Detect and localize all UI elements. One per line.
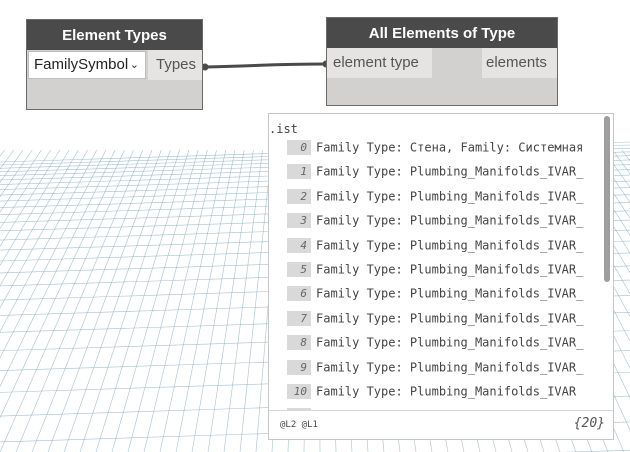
list-item: 9 Family Type: Plumbing_Manifolds_IVAR_ [287,359,584,380]
family-type-dropdown[interactable]: FamilySymbol ⌄ [28,51,146,79]
list-item: 2 Family Type: Plumbing_Manifolds_IVAR_ [287,188,584,209]
list-item-value: Family Type: Plumbing_Manifolds_IVAR_ [316,238,584,253]
node-port-row: element type elements [327,48,557,78]
list-item-value: Family Type: Plumbing_Manifolds_IVAR_ [316,311,584,326]
node-element-types[interactable]: Element Types FamilySymbol ⌄ Types [26,19,203,110]
preview-scrollbar[interactable] [604,116,610,282]
input-port-element-type[interactable]: element type [327,48,432,78]
output-port-elements[interactable]: elements [482,48,557,78]
node-all-elements-of-type[interactable]: All Elements of Type element type elemen… [326,17,558,106]
chevron-down-icon: ⌄ [129,59,139,71]
list-item-index: 8 [287,335,311,351]
list-item-index: 2 [287,188,311,204]
watch-preview-panel[interactable]: .ist 0 Family Type: Стена, Family: Систем… [268,113,614,440]
list-item-value: Family Type: Plumbing_Manifolds_IVAR_ [316,164,584,179]
output-port-label: elements [486,54,547,71]
list-item-value: Family Type: Plumbing_Manifolds_IVAR_ [316,213,584,228]
list-item-index: 1 [287,164,311,180]
list-item: 7 Family Type: Plumbing_Manifolds_IVAR_ [287,310,584,331]
list-item: 3 Family Type: Plumbing_Manifolds_IVAR_ [287,213,583,233]
list-item-value: Family Type: Plumbing_Manifolds_IVAR_ [316,286,584,301]
item-count-label: {20} [573,416,605,431]
list-item-value: Family Type: Стена, Family: Системная [316,140,584,155]
list-item-value: Family Type: Plumbing_Manifolds_IVAR_ [316,335,584,350]
list-item-index: 0 [287,140,311,155]
list-item: 1 Family Type: Plumbing_Manifolds_IVAR_ [287,164,583,184]
connector-wire[interactable] [204,62,327,69]
list-item-index: 3 [287,213,311,229]
preview-list-viewport[interactable]: .ist 0 Family Type: Стена, Family: Систем… [269,114,596,412]
output-port-types[interactable]: Types [148,50,202,80]
list-item-index: 4 [287,237,311,253]
list-item: 8 Family Type: Plumbing_Manifolds_IVAR_ [287,335,583,355]
preview-footer: @L2 @L1 {20} [269,410,613,439]
list-item: 0 Family Type: Стена, Family: Системная [287,140,583,160]
list-item-value: Family Type: Plumbing_Manifolds_IVAR_ [316,360,584,375]
list-item: 10 Family Type: Plumbing_Manifolds_IVAR [287,384,576,404]
list-item: 6 Family Type: Plumbing_Manifolds_IVAR_ [287,286,583,306]
list-item-index: 5 [287,262,311,277]
list-header: .ist [269,122,298,136]
list-item-value: Family Type: Plumbing_Manifolds_IVAR_ [316,189,584,204]
list-item-index: 9 [287,359,311,375]
list-levels-label: @L2 @L1 [280,420,318,430]
list-item-index: 6 [287,286,311,302]
output-port-label: Types [156,56,197,73]
list-item-value: Family Type: Plumbing_Manifolds_IVAR [316,384,577,399]
list-item-value: Family Type: Plumbing_Manifolds_IVAR_ [316,262,584,277]
list-item-index: 7 [287,310,311,326]
node-port-row: FamilySymbol ⌄ Types [27,50,202,80]
node-title[interactable]: All Elements of Type [327,18,557,48]
list-item: 4 Family Type: Plumbing_Manifolds_IVAR_ [287,237,584,258]
list-item: 5 Family Type: Plumbing_Manifolds_IVAR_ [287,262,583,282]
dropdown-value: FamilySymbol [34,56,129,73]
node-title[interactable]: Element Types [27,20,202,50]
list-item-index: 10 [287,384,311,399]
input-port-label: element type [333,54,419,71]
